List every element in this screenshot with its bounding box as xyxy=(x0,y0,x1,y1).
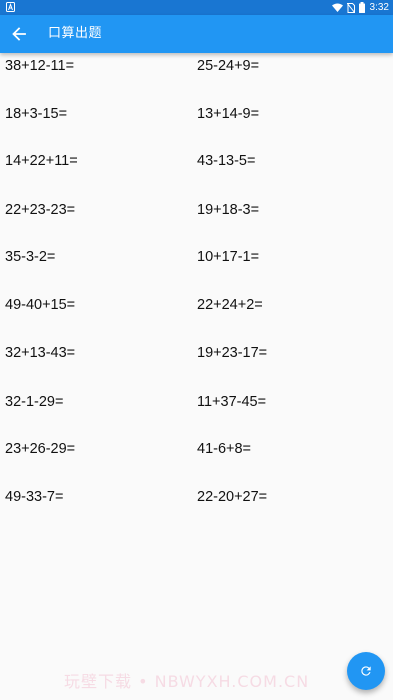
arrow-left-icon xyxy=(12,27,26,41)
problem-row: 32+13-43= 19+23-17= xyxy=(0,345,393,369)
problem-row: 23+26-29= 41-6+8= xyxy=(0,441,393,465)
problem-item: 49-33-7= xyxy=(5,489,64,505)
problem-item: 13+14-9= xyxy=(197,106,260,122)
problem-item: 23+26-29= xyxy=(5,441,76,457)
no-sim-icon xyxy=(346,2,355,13)
notification-a-icon xyxy=(6,2,15,12)
problem-item: 32+13-43= xyxy=(5,345,76,361)
refresh-button[interactable] xyxy=(347,652,385,690)
problem-item: 32-1-29= xyxy=(5,394,64,410)
status-time: 3:32 xyxy=(369,2,389,13)
problem-item: 18+3-15= xyxy=(5,106,68,122)
problem-item: 22+23-23= xyxy=(5,202,76,218)
problem-row: 35-3-2= 10+17-1= xyxy=(0,249,393,273)
back-button[interactable] xyxy=(9,24,29,44)
problem-row: 18+3-15= 13+14-9= xyxy=(0,106,393,130)
app-bar: 口算出题 xyxy=(0,15,393,53)
page-title: 口算出题 xyxy=(48,26,103,41)
problem-row: 49-40+15= 22+24+2= xyxy=(0,297,393,321)
problem-row: 14+22+11= 43-13-5= xyxy=(0,153,393,177)
problem-row: 38+12-11= 25-24+9= xyxy=(0,58,393,82)
problem-item: 38+12-11= xyxy=(5,58,75,74)
refresh-icon xyxy=(361,666,371,676)
problem-item: 19+18-3= xyxy=(197,202,260,218)
problem-item: 11+37-45= xyxy=(197,394,267,410)
status-bar: 3:32 xyxy=(0,0,393,15)
problem-item: 35-3-2= xyxy=(5,249,56,265)
problem-item: 22-20+27= xyxy=(197,489,268,505)
problem-item: 19+23-17= xyxy=(197,345,268,361)
problem-item: 22+24+2= xyxy=(197,297,263,313)
problem-item: 14+22+11= xyxy=(5,153,78,169)
problem-item: 49-40+15= xyxy=(5,297,76,313)
wifi-icon xyxy=(331,3,343,12)
problem-row: 22+23-23= 19+18-3= xyxy=(0,202,393,226)
problem-item: 25-24+9= xyxy=(197,58,260,74)
problem-row: 49-33-7= 22-20+27= xyxy=(0,489,393,513)
watermark: 玩壁下载 • NBWYXH.COM.CN xyxy=(64,672,310,691)
problem-item: 41-6+8= xyxy=(197,441,252,457)
battery-icon xyxy=(358,2,365,13)
problem-row: 32-1-29= 11+37-45= xyxy=(0,394,393,418)
problem-item: 43-13-5= xyxy=(197,153,256,169)
problem-item: 10+17-1= xyxy=(197,249,260,265)
status-icons: 3:32 xyxy=(328,1,389,14)
